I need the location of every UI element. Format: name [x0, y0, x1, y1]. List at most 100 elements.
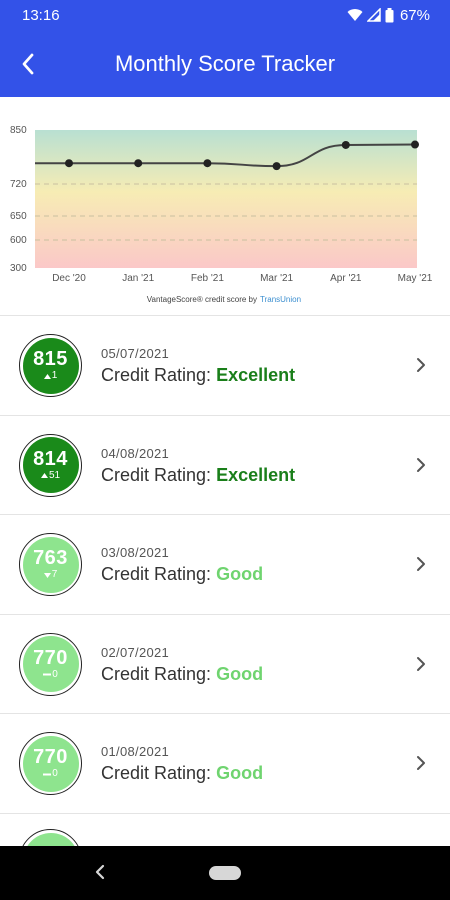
score-badge-fill: 770 0 — [22, 636, 79, 692]
y-tick-label: 600 — [10, 235, 27, 246]
y-tick-label: 720 — [10, 179, 27, 190]
credit-rating-label: Credit Rating: — [101, 464, 212, 485]
data-point — [134, 159, 143, 168]
page-title: Monthly Score Tracker — [114, 50, 336, 76]
x-tick-label: Mar '21 — [260, 273, 293, 284]
score-history-list: 815 1 05/07/2021 Credit Rating: Excellent 81… — [0, 316, 450, 814]
x-tick-label: Feb '21 — [191, 273, 224, 284]
nav-back-icon[interactable] — [90, 862, 110, 882]
back-button[interactable] — [0, 30, 56, 97]
score-details: 02/07/2021 Credit Rating: Good — [101, 645, 263, 685]
score-details: 05/07/2021 Credit Rating: Excellent — [101, 346, 295, 386]
credit-rating-label: Credit Rating: — [101, 763, 212, 783]
chevron-right-icon — [417, 457, 425, 472]
arrow-up-icon — [43, 373, 51, 379]
score-badge-fill: 763 7 — [22, 536, 79, 593]
score-change: 51 — [40, 469, 61, 482]
app-bar: Monthly Score Tracker — [0, 30, 450, 97]
score-date: 01/08/2021 — [101, 744, 170, 759]
score-change: 0 — [43, 768, 58, 780]
score-badge: 763 7 — [19, 533, 82, 596]
score-value: 814 — [33, 447, 68, 470]
data-point — [65, 159, 73, 168]
status-bar: 13:16 67% — [0, 0, 450, 30]
arrow-up-icon — [40, 473, 48, 478]
score-list-item[interactable]: 763 7 03/08/2021 Credit Rating: Good — [0, 515, 450, 615]
score-badge-fill: 814 51 — [22, 437, 79, 493]
chevron-right-icon — [417, 358, 425, 372]
score-value: 770 — [33, 746, 68, 768]
data-point — [411, 140, 419, 149]
credit-rating-value: Good — [216, 763, 264, 783]
score-change-value: 0 — [52, 668, 58, 680]
data-point — [272, 162, 281, 171]
score-chart-svg: 300 600 650 720 850 Dec '20 Jan '21 Feb '21 Mar… — [10, 125, 433, 304]
credit-rating: Credit Rating: Good — [101, 664, 263, 685]
score-change-value: 51 — [48, 469, 61, 481]
credit-rating-label: Credit Rating: — [101, 564, 212, 584]
wifi-icon — [347, 9, 363, 21]
chevron-left-icon — [22, 53, 34, 74]
score-change-value: 0 — [52, 768, 58, 779]
credit-rating: Credit Rating: Excellent — [101, 365, 295, 386]
y-tick-label: 850 — [10, 125, 27, 136]
credit-rating-value: Good — [216, 663, 264, 684]
credit-rating: Credit Rating: Good — [101, 763, 263, 784]
score-list-item[interactable]: 770 0 02/07/2021 Credit Rating: Good — [0, 615, 450, 714]
score-chart: 300 600 650 720 850 Dec '20 Jan '21 Feb '21 Mar… — [0, 97, 450, 315]
score-value: 815 — [33, 348, 68, 370]
transunion-logo: TransUnion — [260, 295, 301, 304]
x-tick-label: Jan '21 — [122, 273, 154, 284]
data-point — [203, 159, 212, 168]
chevron-right-icon — [417, 557, 425, 571]
credit-rating-value: Excellent — [216, 464, 296, 485]
score-change: 1 — [43, 370, 58, 382]
y-tick-label: 650 — [10, 211, 27, 222]
no-change-icon — [43, 773, 52, 775]
score-date: 02/07/2021 — [101, 644, 170, 660]
x-tick-label: Apr '21 — [330, 273, 362, 284]
score-details: 03/08/2021 Credit Rating: Good — [101, 545, 263, 585]
score-list-item[interactable]: 814 51 04/08/2021 Credit Rating: Excellent — [0, 416, 450, 515]
score-badge-fill: 770 0 — [22, 735, 79, 792]
score-details: 04/08/2021 Credit Rating: Excellent — [101, 446, 295, 486]
score-date: 05/07/2021 — [101, 346, 170, 361]
status-time: 13:16 — [22, 6, 60, 24]
score-list-item[interactable]: 815 1 05/07/2021 Credit Rating: Excellent — [0, 316, 450, 416]
chevron-right-icon — [417, 656, 425, 671]
score-list-item[interactable]: 770 0 01/08/2021 Credit Rating: Good — [0, 714, 450, 814]
score-date: 03/08/2021 — [101, 545, 170, 560]
y-tick-label: 300 — [10, 263, 27, 274]
score-value: 770 — [33, 646, 68, 669]
chart-footer-text: VantageScore® credit score by — [147, 295, 257, 304]
credit-rating-value: Excellent — [216, 365, 296, 385]
score-badge: 815 1 — [19, 334, 82, 397]
score-date: 04/08/2021 — [101, 445, 170, 461]
score-badge: 814 51 — [19, 433, 82, 497]
data-point — [341, 140, 350, 149]
score-badge: 770 0 — [19, 632, 82, 696]
x-tick-label: May '21 — [398, 273, 433, 284]
score-badge-fill: 815 1 — [22, 337, 79, 394]
status-icons: 67% — [347, 7, 430, 24]
no-change-icon — [43, 673, 52, 676]
score-change-value: 1 — [51, 370, 58, 381]
chart-plot-area — [35, 130, 417, 268]
x-tick-label: Dec '20 — [52, 273, 86, 284]
credit-rating: Credit Rating: Good — [101, 564, 263, 585]
nav-home-button[interactable] — [209, 866, 241, 880]
chevron-right-icon — [417, 756, 425, 770]
battery-percent: 67% — [399, 6, 430, 24]
score-change: 0 — [43, 669, 58, 681]
credit-rating-label: Credit Rating: — [101, 365, 212, 385]
signal-icon — [366, 8, 381, 22]
credit-rating: Credit Rating: Excellent — [101, 465, 295, 486]
credit-rating-label: Credit Rating: — [101, 663, 212, 684]
battery-icon — [385, 7, 394, 22]
system-nav-bar — [0, 846, 450, 900]
score-change-value: 7 — [51, 569, 58, 580]
arrow-down-icon — [43, 572, 51, 578]
score-value: 763 — [33, 547, 68, 569]
score-badge: 770 0 — [19, 732, 82, 795]
score-change: 7 — [43, 569, 58, 581]
